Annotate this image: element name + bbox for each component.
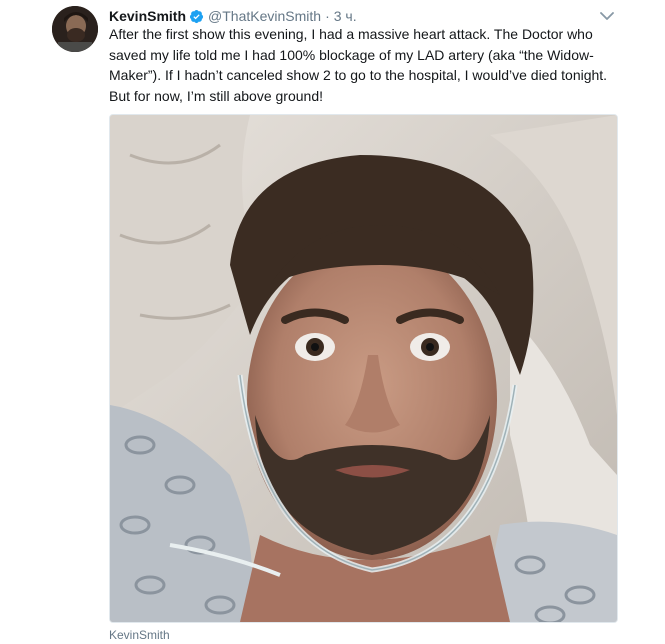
tweet-timestamp[interactable]: 3 ч. bbox=[334, 6, 357, 26]
user-handle[interactable]: @ThatKevinSmith bbox=[208, 6, 321, 26]
display-name[interactable]: KevinSmith bbox=[109, 6, 186, 26]
header-separator: · bbox=[325, 8, 330, 24]
verified-badge-icon bbox=[189, 9, 204, 24]
tweet-header: KevinSmith @ThatKevinSmith · 3 ч. bbox=[109, 6, 357, 26]
tweet-photo[interactable] bbox=[109, 114, 618, 623]
chevron-down-icon[interactable] bbox=[598, 9, 616, 23]
tweet-text: After the first show this evening, I had… bbox=[109, 26, 608, 104]
avatar[interactable] bbox=[52, 6, 98, 52]
tweet: KevinSmith @ThatKevinSmith · 3 ч. After … bbox=[0, 0, 665, 644]
media-credit[interactable]: KevinSmith bbox=[109, 627, 170, 643]
avatar-image bbox=[52, 6, 98, 52]
selfie-photo bbox=[110, 115, 617, 622]
